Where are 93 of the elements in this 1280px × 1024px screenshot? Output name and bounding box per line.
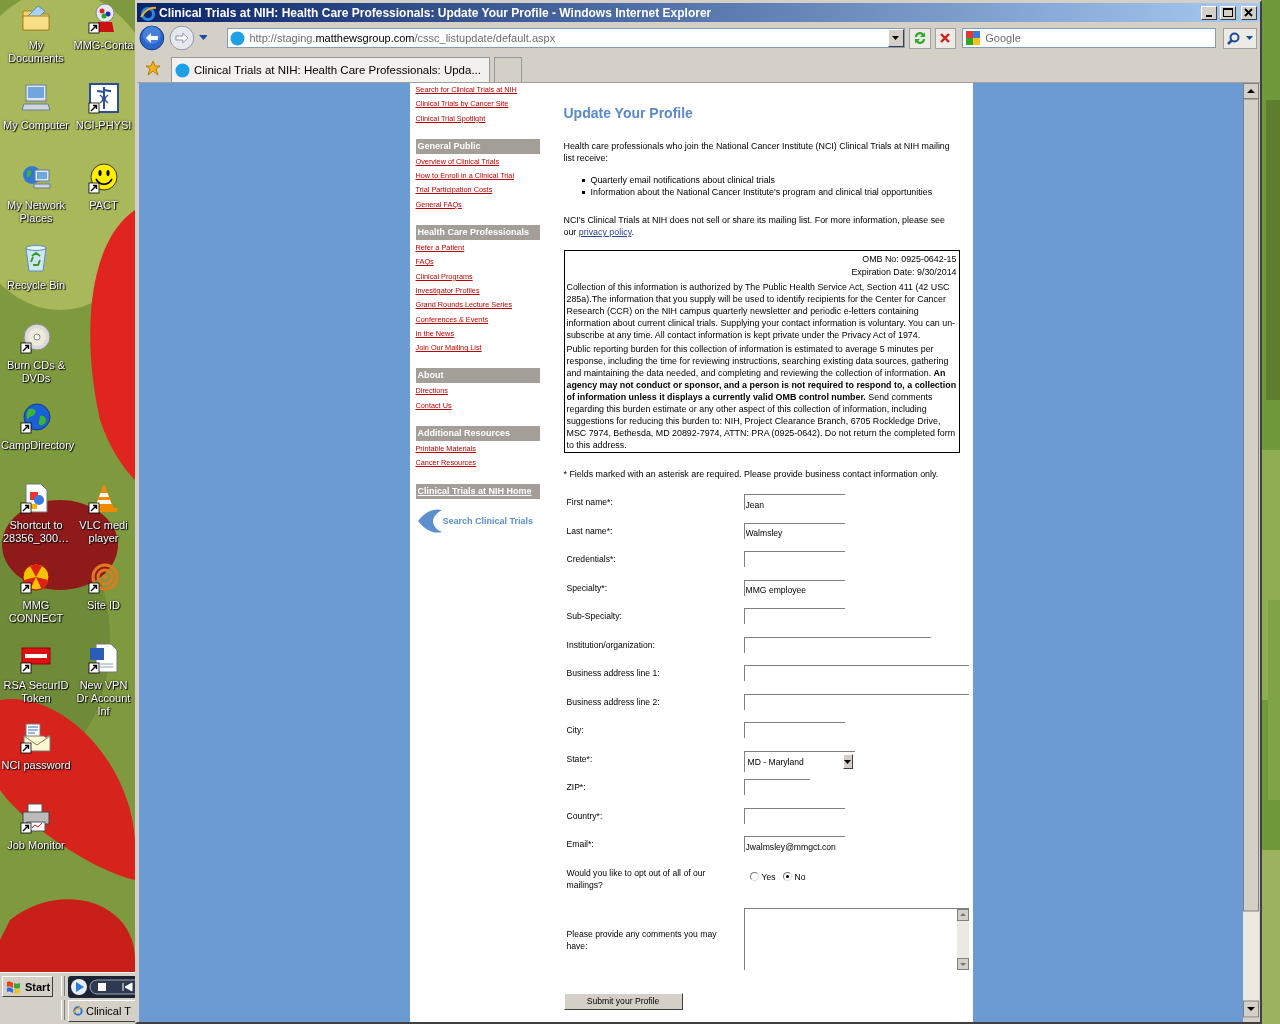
icon-label[interactable]: Site ID bbox=[87, 599, 120, 612]
icon-label[interactable]: RSA SecurID Token bbox=[1, 679, 71, 705]
page-icon bbox=[175, 62, 190, 78]
address-field[interactable]: http://staging.matthewsgroup.com/cssc_listupdate/default.aspx bbox=[227, 28, 905, 48]
medical-symbol-icon[interactable] bbox=[87, 82, 120, 114]
browser-logo-icon bbox=[73, 1003, 83, 1019]
field-label: First name*: bbox=[566, 496, 614, 508]
target-icon[interactable] bbox=[87, 562, 120, 594]
window-title: Clinical Trials at NIH: Health Care Professionals: Update Your Profile - Windows Internet Explorer bbox=[159, 5, 713, 20]
page-title: Update Your Profile bbox=[563, 105, 694, 121]
text-field[interactable]: MMG employee bbox=[743, 579, 845, 596]
radio-button[interactable] bbox=[782, 872, 792, 881]
nav-heading: General Public bbox=[415, 138, 540, 154]
bullet-item: Quarterly email notifications about clinical trials bbox=[590, 174, 775, 186]
radio-button[interactable] bbox=[749, 872, 759, 881]
field-label: Last name*: bbox=[566, 524, 614, 537]
omb-number: OMB No: 0925-0642-15 bbox=[861, 253, 957, 266]
caret-icon bbox=[844, 759, 851, 764]
minimize-icon bbox=[1206, 14, 1212, 17]
radio-label: Yes bbox=[761, 870, 776, 883]
back-button[interactable] bbox=[139, 25, 165, 51]
search-icon bbox=[1227, 31, 1241, 45]
icon-label[interactable]: Shortcut to 28356_300… bbox=[1, 519, 71, 545]
comments-field[interactable] bbox=[743, 907, 969, 970]
star-icon[interactable] bbox=[145, 60, 161, 76]
expiration-date: Expiration Date: 9/30/2014 bbox=[850, 266, 957, 279]
bullet-item: Information about the National Cancer Institute's program and clinical trial opportunities bbox=[590, 186, 933, 198]
windows-logo-icon bbox=[6, 979, 22, 994]
page-icon bbox=[230, 30, 246, 46]
caret-icon[interactable] bbox=[198, 35, 208, 41]
close-button[interactable] bbox=[1241, 5, 1257, 20]
nav-heading: About bbox=[415, 368, 540, 384]
field-label: Institution/organization: bbox=[566, 638, 656, 651]
field-label: Please provide any comments you may have: bbox=[566, 927, 718, 952]
scrollbar[interactable] bbox=[1243, 83, 1259, 1018]
bullet-icon bbox=[581, 190, 585, 194]
refresh-icon bbox=[912, 31, 927, 45]
field-label: Credentials*: bbox=[566, 553, 617, 565]
envelope-icon[interactable] bbox=[20, 722, 52, 754]
traffic-cone-icon[interactable] bbox=[87, 482, 120, 514]
text-field[interactable]: Jean bbox=[743, 494, 845, 510]
media-player-toolbar[interactable] bbox=[68, 976, 135, 998]
intro-text: Health care professionals who join the National Cancer Institute (NCI) Clinical Trials at NIH mailing list receive: bbox=[563, 140, 951, 164]
icon-label[interactable]: New VPN Dr Account Inf bbox=[72, 679, 135, 718]
search-provider-icon bbox=[965, 30, 982, 46]
stop-button[interactable] bbox=[934, 27, 957, 49]
search-field[interactable]: Google bbox=[962, 28, 1217, 48]
field-label: Business address line 1: bbox=[566, 667, 661, 679]
taskbar-button[interactable]: Clinical T bbox=[68, 1000, 138, 1022]
field-label: ZIP*: bbox=[566, 781, 587, 793]
icon-label[interactable]: NCI password bbox=[1, 759, 71, 772]
caret-icon bbox=[892, 36, 900, 40]
scrollbar[interactable] bbox=[956, 908, 969, 970]
close-icon bbox=[1244, 8, 1254, 17]
field-label: Business address line 2: bbox=[566, 695, 661, 708]
word-document-icon[interactable] bbox=[87, 642, 120, 674]
field-label: Country*: bbox=[566, 809, 604, 822]
required-note: * Fields marked with an asterisk are required. Please provide business contact information only. bbox=[563, 468, 940, 480]
notice-paragraph: Collection of this information is authorized by The Public Health Service Act, Section 411 (42 USC 285a).The information that you supply will be used to identify recipients for the Center for Cancer Research (CCR) on the NIH campus quarterly newsletter and periodic e-letters containing information about current clinical trials. Supplying your contact information is voluntary. You can un-subscribe at any time. All contact information is kept private under the Privacy Act of 1974. bbox=[566, 281, 957, 341]
bullet-icon bbox=[581, 178, 585, 182]
maximize-icon bbox=[1223, 8, 1233, 17]
nav-heading: Health Care Professionals bbox=[415, 225, 540, 241]
field-label: Email*: bbox=[566, 838, 595, 850]
search-button[interactable] bbox=[1223, 27, 1257, 49]
field-label: Would you like to opt out of all of our mailings? bbox=[566, 866, 707, 891]
browser-tab[interactable]: Clinical Trials at NIH: Health Care Professionals: Upda... bbox=[171, 57, 490, 82]
text-field[interactable]: Walmsley bbox=[743, 522, 845, 539]
minimize-button[interactable] bbox=[1201, 5, 1217, 20]
field-label: City: bbox=[566, 724, 585, 736]
maximize-button[interactable] bbox=[1220, 5, 1236, 20]
stop-icon bbox=[939, 32, 952, 44]
icon-label[interactable]: MMG CONNECT bbox=[1, 599, 71, 625]
state-dropdown[interactable]: MD - Maryland bbox=[743, 750, 855, 772]
disc-icon[interactable] bbox=[20, 322, 52, 354]
logo-text[interactable]: Search Clinical Trials bbox=[442, 515, 534, 526]
browser-logo-icon bbox=[140, 4, 156, 21]
radiation-icon[interactable] bbox=[20, 562, 52, 594]
text-field[interactable]: Jwalmsley@mmgct.con bbox=[743, 836, 845, 852]
nav-heading: Additional Resources bbox=[415, 426, 540, 442]
smiley-icon[interactable] bbox=[87, 162, 120, 194]
field-label: State*: bbox=[566, 752, 594, 765]
field-label: Sub-Specialty: bbox=[566, 610, 623, 622]
printer-icon[interactable] bbox=[20, 802, 52, 834]
caret-icon bbox=[1246, 36, 1254, 40]
notice-paragraph: Public reporting burden for this collection of information is estimated to average 5 minutes per response, including the time for reviewing instructions, searching existing data sources, gathering and maintaining the data needed, and completing and reviewing the collection of information. An agency may not conduct or sponsor, and a person is not required to respond to, a collection of information unless it displays a currently valid OMB control number. Send comments regarding this burden estimate or any other aspect of this collection of information, including suggestions for reducing this burden to: NIH, Project Clearance Branch, 6705 Rockledge Drive, MSC 7974, Bethesda, MD 20892-7974, ATTN: PRA (0925-0642). Do not return the completed form to this address. bbox=[566, 343, 957, 451]
radio-label: No bbox=[794, 870, 806, 883]
swoosh-icon[interactable] bbox=[417, 507, 442, 534]
globe-icon[interactable] bbox=[20, 402, 52, 434]
field-label: Specialty*: bbox=[566, 581, 609, 594]
submit-button[interactable]: Submit your Profile bbox=[563, 992, 683, 1010]
start-button[interactable]: Start bbox=[2, 976, 53, 997]
privacy-text: NCI's Clinical Trials at NIH does not sell or share its mailing list. For more information, please see our privacy policy. bbox=[563, 214, 946, 238]
dropdown-button[interactable] bbox=[887, 29, 904, 47]
